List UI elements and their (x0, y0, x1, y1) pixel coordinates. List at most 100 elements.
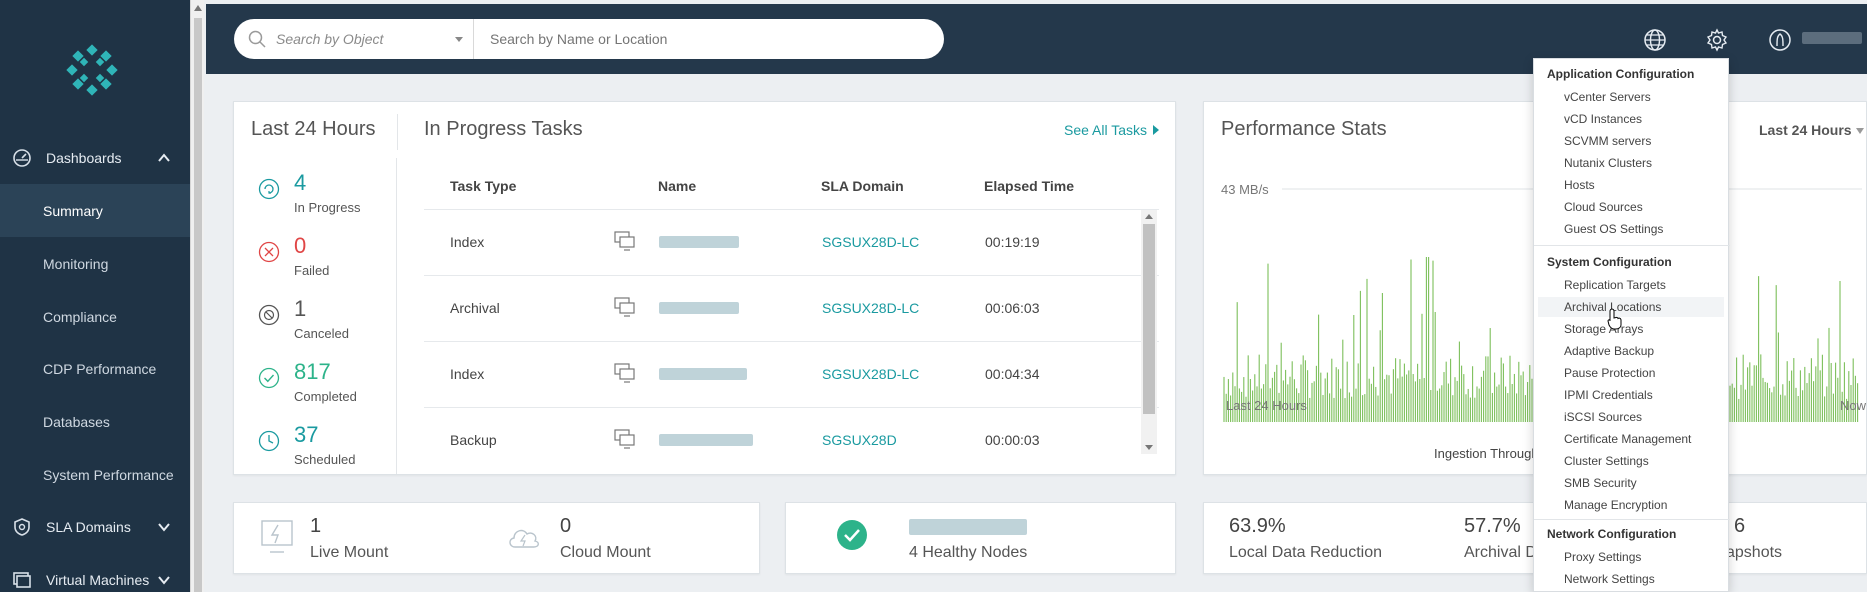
sidebar-scrollbar[interactable] (190, 0, 204, 592)
menu-item-vcenter-servers[interactable]: vCenter Servers (1538, 87, 1724, 107)
menu-item-certificate-management[interactable]: Certificate Management (1538, 429, 1724, 449)
local-reduction-label: Local Data Reduction (1229, 544, 1382, 561)
stat-label: Scheduled (294, 452, 356, 467)
globe-icon[interactable] (1643, 28, 1667, 52)
table-row[interactable]: Index SGSUX28D-LC 00:19:19 (424, 209, 1159, 275)
scroll-down-arrow[interactable] (1145, 445, 1153, 450)
see-all-tasks-link[interactable]: See All Tasks (1064, 122, 1160, 138)
menu-item-cloud-sources[interactable]: Cloud Sources (1538, 197, 1724, 217)
elapsed-time: 00:00:03 (985, 432, 1040, 448)
chevron-up-icon[interactable] (156, 150, 172, 166)
x-circle-icon (258, 241, 280, 263)
time-range-value: Last 24 Hours (1759, 122, 1852, 138)
stat-value: 0 (294, 233, 307, 258)
check-circle-icon (258, 367, 280, 389)
settings-dropdown-menu: Application Configuration vCenter Server… (1533, 58, 1730, 592)
rubrik-logo (66, 44, 118, 96)
cloud-mount-icon (509, 529, 539, 548)
menu-item-pause-protection[interactable]: Pause Protection (1538, 363, 1724, 383)
table-scrollbar[interactable] (1141, 210, 1157, 454)
snapshots-value: 6 (1734, 515, 1746, 537)
sidebar-item-databases[interactable]: Databases (0, 395, 190, 448)
sla-domain-link[interactable]: SGSUX28D-LC (822, 234, 919, 250)
task-type: Index (450, 234, 485, 250)
sidebar: Dashboards Summary Monitoring Compliance… (0, 0, 190, 592)
stat-value: 817 (294, 359, 331, 384)
menu-item-replication-targets[interactable]: Replication Targets (1538, 275, 1724, 295)
menu-item-vcd-instances[interactable]: vCD Instances (1538, 109, 1724, 129)
search-name-input[interactable] (490, 31, 890, 47)
sla-domain-link[interactable]: SGSUX28D (822, 432, 897, 448)
menu-separator (1534, 245, 1730, 246)
sidebar-item-summary[interactable]: Summary (0, 184, 190, 237)
sidebar-item-monitoring[interactable]: Monitoring (0, 237, 190, 290)
shield-icon (14, 518, 30, 536)
menu-item-network-settings[interactable]: Network Settings (1538, 569, 1724, 589)
table-row[interactable]: Archival SGSUX28D-LC 00:06:03 (424, 275, 1159, 341)
menu-item-scvmm-servers[interactable]: SCVMM servers (1538, 131, 1724, 151)
live-mount-icon (261, 520, 293, 553)
stat-label: Completed (294, 389, 357, 404)
caret-down-icon (1855, 128, 1864, 135)
cloud-mount-label[interactable]: Cloud Mount (560, 544, 651, 562)
live-mount-label[interactable]: Live Mount (310, 544, 388, 562)
scroll-up-arrow[interactable] (194, 5, 202, 11)
nav-group-virtual-machines[interactable]: Virtual Machines (0, 560, 190, 592)
task-name-redacted[interactable] (659, 236, 739, 248)
nav-group-dashboards[interactable]: Dashboards (0, 138, 190, 178)
sidebar-item-cdp-performance[interactable]: CDP Performance (0, 342, 190, 395)
menu-item-proxy-settings[interactable]: Proxy Settings (1538, 547, 1724, 567)
performance-stats-title: Performance Stats (1221, 118, 1387, 140)
menu-item-smb-security[interactable]: SMB Security (1538, 473, 1724, 493)
search-object-select[interactable]: Search by Object (234, 19, 474, 59)
vm-icon (614, 231, 635, 251)
time-range-select[interactable]: Last 24 Hours (1759, 122, 1864, 138)
scrollbar-thumb[interactable] (194, 18, 202, 592)
menu-item-ipmi-credentials[interactable]: IPMI Credentials (1538, 385, 1724, 405)
column-header-task-type[interactable]: Task Type (450, 178, 516, 194)
menu-item-adaptive-backup[interactable]: Adaptive Backup (1538, 341, 1724, 361)
table-row[interactable]: Backup SGSUX28D 00:00:03 (424, 407, 1159, 467)
menu-item-manage-encryption[interactable]: Manage Encryption (1538, 495, 1724, 515)
chevron-down-icon[interactable] (156, 572, 172, 588)
menu-item-archival-locations[interactable]: Archival Locations (1538, 297, 1724, 317)
menu-item-storage-arrays[interactable]: Storage Arrays (1538, 319, 1724, 339)
user-icon[interactable] (1768, 28, 1792, 52)
user-name-redacted[interactable] (1802, 32, 1862, 44)
column-header-name[interactable]: Name (658, 178, 696, 194)
task-name-redacted[interactable] (659, 368, 747, 380)
vm-icon (614, 297, 635, 317)
vm-icon (13, 572, 31, 588)
sla-domain-link[interactable]: SGSUX28D-LC (822, 300, 919, 316)
menu-item-guest-os-settings[interactable]: Guest OS Settings (1538, 219, 1724, 239)
check-circle-icon (837, 520, 867, 550)
scrollbar-thumb[interactable] (1143, 224, 1155, 414)
column-header-sla-domain[interactable]: SLA Domain (821, 178, 904, 194)
x-axis-end-label: Now (1840, 398, 1867, 413)
gear-icon[interactable] (1705, 28, 1729, 52)
table-row[interactable]: Index SGSUX28D-LC 00:04:34 (424, 341, 1159, 407)
mounts-card: 1 Live Mount 0 Cloud Mount (233, 502, 760, 574)
task-name-redacted[interactable] (659, 434, 753, 446)
live-mount-value: 1 (310, 515, 322, 537)
stats-divider (396, 158, 397, 474)
task-name-redacted[interactable] (659, 302, 739, 314)
chevron-down-icon[interactable] (156, 519, 172, 535)
sla-domain-link[interactable]: SGSUX28D-LC (822, 366, 919, 382)
elapsed-time: 00:04:34 (985, 366, 1040, 382)
scroll-up-arrow[interactable] (1145, 214, 1153, 219)
object-select-placeholder: Search by Object (276, 31, 384, 47)
cloud-mount-value: 0 (560, 515, 572, 537)
healthy-nodes-label[interactable]: 4 Healthy Nodes (909, 544, 1027, 562)
menu-item-cluster-settings[interactable]: Cluster Settings (1538, 451, 1724, 471)
nav-group-sla-domains[interactable]: SLA Domains (0, 507, 190, 547)
menu-item-nutanix-clusters[interactable]: Nutanix Clusters (1538, 153, 1724, 173)
sidebar-item-compliance[interactable]: Compliance (0, 290, 190, 343)
menu-item-hosts[interactable]: Hosts (1538, 175, 1724, 195)
sidebar-item-label: CDP Performance (43, 360, 157, 377)
menu-item-iscsi-sources[interactable]: iSCSI Sources (1538, 407, 1724, 427)
column-header-elapsed-time[interactable]: Elapsed Time (984, 178, 1074, 194)
sidebar-item-system-performance[interactable]: System Performance (0, 448, 190, 501)
search-icon (248, 30, 266, 48)
hand-pointer-cursor (1607, 308, 1622, 330)
